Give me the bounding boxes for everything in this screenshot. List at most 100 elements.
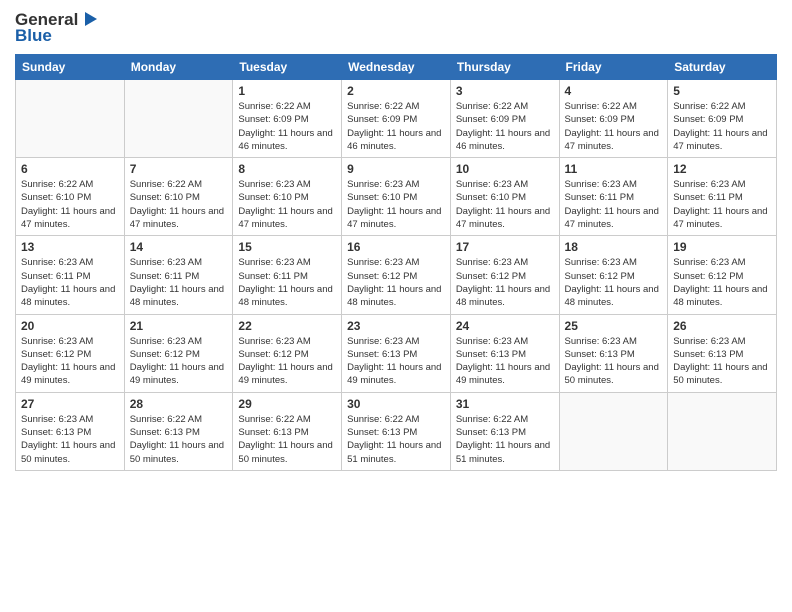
day-number: 31 [456, 397, 554, 411]
day-info: Sunrise: 6:23 AMSunset: 6:11 PMDaylight:… [238, 256, 336, 309]
header: General Blue [15, 10, 777, 46]
calendar-cell: 14 Sunrise: 6:23 AMSunset: 6:11 PMDayligh… [124, 236, 233, 314]
day-info: Sunrise: 6:22 AMSunset: 6:09 PMDaylight:… [238, 100, 336, 153]
calendar-cell: 7Sunrise: 6:22 AMSunset: 6:10 PMDaylight… [124, 158, 233, 236]
calendar-week-row: 13 Sunrise: 6:23 AMSunset: 6:11 PMDayligh… [16, 236, 777, 314]
calendar-cell: 3 Sunrise: 6:22 AMSunset: 6:09 PMDaylight… [450, 80, 559, 158]
weekday-header: Thursday [450, 55, 559, 80]
day-info: Sunrise: 6:22 AMSunset: 6:10 PMDaylight:… [21, 178, 119, 231]
day-number: 2 [347, 84, 445, 98]
day-number: 17 [456, 240, 554, 254]
weekday-header: Monday [124, 55, 233, 80]
calendar-cell: 25 Sunrise: 6:23 AMSunset: 6:13 PMDayligh… [559, 314, 668, 392]
calendar-cell: 13 Sunrise: 6:23 AMSunset: 6:11 PMDayligh… [16, 236, 125, 314]
day-number: 25 [565, 319, 663, 333]
day-number: 10 [456, 162, 554, 176]
day-number: 21 [130, 319, 228, 333]
day-number: 8 [238, 162, 336, 176]
calendar-cell: 31 Sunrise: 6:22 AMSunset: 6:13 PMDayligh… [450, 392, 559, 470]
logo-triangle-icon [80, 10, 98, 28]
calendar-table: SundayMondayTuesdayWednesdayThursdayFrid… [15, 54, 777, 471]
logo-blue-label: Blue [15, 26, 52, 46]
calendar-cell: 23 Sunrise: 6:23 AMSunset: 6:13 PMDayligh… [342, 314, 451, 392]
calendar-cell: 24Sunrise: 6:23 AMSunset: 6:13 PMDayligh… [450, 314, 559, 392]
day-number: 16 [347, 240, 445, 254]
day-number: 11 [565, 162, 663, 176]
weekday-header: Wednesday [342, 55, 451, 80]
calendar-cell: 12Sunrise: 6:23 AMSunset: 6:11 PMDayligh… [668, 158, 777, 236]
calendar-cell: 28Sunrise: 6:22 AMSunset: 6:13 PMDayligh… [124, 392, 233, 470]
day-info: Sunrise: 6:23 AMSunset: 6:10 PMDaylight:… [456, 178, 554, 231]
day-info: Sunrise: 6:23 AMSunset: 6:11 PMDaylight:… [130, 256, 228, 309]
day-number: 27 [21, 397, 119, 411]
calendar-cell: 26Sunrise: 6:23 AMSunset: 6:13 PMDayligh… [668, 314, 777, 392]
calendar-cell: 10 Sunrise: 6:23 AMSunset: 6:10 PMDayligh… [450, 158, 559, 236]
day-info: Sunrise: 6:22 AMSunset: 6:09 PMDaylight:… [347, 100, 445, 153]
calendar-cell: 16 Sunrise: 6:23 AMSunset: 6:12 PMDayligh… [342, 236, 451, 314]
day-info: Sunrise: 6:23 AMSunset: 6:12 PMDaylight:… [673, 256, 771, 309]
day-info: Sunrise: 6:23 AMSunset: 6:13 PMDaylight:… [347, 335, 445, 388]
calendar-week-row: 27 Sunrise: 6:23 AMSunset: 6:13 PMDayligh… [16, 392, 777, 470]
day-number: 18 [565, 240, 663, 254]
logo: General Blue [15, 10, 98, 46]
day-info: Sunrise: 6:22 AMSunset: 6:13 PMDaylight:… [238, 413, 336, 466]
day-number: 19 [673, 240, 771, 254]
day-info: Sunrise: 6:23 AMSunset: 6:13 PMDaylight:… [21, 413, 119, 466]
calendar-cell [16, 80, 125, 158]
calendar-cell [559, 392, 668, 470]
calendar-cell: 20 Sunrise: 6:23 AMSunset: 6:12 PMDayligh… [16, 314, 125, 392]
calendar-cell: 21Sunrise: 6:23 AMSunset: 6:12 PMDayligh… [124, 314, 233, 392]
day-info: Sunrise: 6:23 AMSunset: 6:12 PMDaylight:… [565, 256, 663, 309]
day-number: 14 [130, 240, 228, 254]
calendar-week-row: 20 Sunrise: 6:23 AMSunset: 6:12 PMDayligh… [16, 314, 777, 392]
day-number: 3 [456, 84, 554, 98]
day-info: Sunrise: 6:22 AMSunset: 6:09 PMDaylight:… [673, 100, 771, 153]
day-info: Sunrise: 6:23 AMSunset: 6:12 PMDaylight:… [347, 256, 445, 309]
day-info: Sunrise: 6:23 AMSunset: 6:13 PMDaylight:… [565, 335, 663, 388]
calendar-cell: 27 Sunrise: 6:23 AMSunset: 6:13 PMDayligh… [16, 392, 125, 470]
day-info: Sunrise: 6:22 AMSunset: 6:10 PMDaylight:… [130, 178, 228, 231]
day-info: Sunrise: 6:22 AMSunset: 6:13 PMDaylight:… [130, 413, 228, 466]
calendar-cell: 2 Sunrise: 6:22 AMSunset: 6:09 PMDaylight… [342, 80, 451, 158]
day-info: Sunrise: 6:23 AMSunset: 6:10 PMDaylight:… [347, 178, 445, 231]
day-number: 13 [21, 240, 119, 254]
day-info: Sunrise: 6:23 AMSunset: 6:12 PMDaylight:… [21, 335, 119, 388]
calendar-cell: 22Sunrise: 6:23 AMSunset: 6:12 PMDayligh… [233, 314, 342, 392]
day-number: 1 [238, 84, 336, 98]
calendar-week-row: 6 Sunrise: 6:22 AMSunset: 6:10 PMDaylight… [16, 158, 777, 236]
calendar-cell: 9 Sunrise: 6:23 AMSunset: 6:10 PMDaylight… [342, 158, 451, 236]
page: General Blue SundayMondayTuesdayWednesda… [0, 0, 792, 612]
calendar-cell: 11 Sunrise: 6:23 AMSunset: 6:11 PMDayligh… [559, 158, 668, 236]
calendar-cell: 1 Sunrise: 6:22 AMSunset: 6:09 PMDaylight… [233, 80, 342, 158]
day-number: 6 [21, 162, 119, 176]
weekday-header: Sunday [16, 55, 125, 80]
calendar-cell: 6 Sunrise: 6:22 AMSunset: 6:10 PMDaylight… [16, 158, 125, 236]
calendar-header-row: SundayMondayTuesdayWednesdayThursdayFrid… [16, 55, 777, 80]
day-info: Sunrise: 6:23 AMSunset: 6:11 PMDaylight:… [565, 178, 663, 231]
calendar-cell: 29Sunrise: 6:22 AMSunset: 6:13 PMDayligh… [233, 392, 342, 470]
calendar-cell [668, 392, 777, 470]
day-number: 12 [673, 162, 771, 176]
calendar-cell: 4Sunrise: 6:22 AMSunset: 6:09 PMDaylight… [559, 80, 668, 158]
day-info: Sunrise: 6:23 AMSunset: 6:10 PMDaylight:… [238, 178, 336, 231]
calendar-cell: 15 Sunrise: 6:23 AMSunset: 6:11 PMDayligh… [233, 236, 342, 314]
logo-general-text: General [15, 11, 78, 28]
weekday-header: Friday [559, 55, 668, 80]
day-number: 5 [673, 84, 771, 98]
day-number: 15 [238, 240, 336, 254]
day-info: Sunrise: 6:23 AMSunset: 6:12 PMDaylight:… [238, 335, 336, 388]
day-info: Sunrise: 6:23 AMSunset: 6:11 PMDaylight:… [21, 256, 119, 309]
calendar-cell: 19 Sunrise: 6:23 AMSunset: 6:12 PMDayligh… [668, 236, 777, 314]
day-number: 20 [21, 319, 119, 333]
day-info: Sunrise: 6:22 AMSunset: 6:13 PMDaylight:… [456, 413, 554, 466]
calendar-cell: 5 Sunrise: 6:22 AMSunset: 6:09 PMDaylight… [668, 80, 777, 158]
day-number: 23 [347, 319, 445, 333]
day-number: 9 [347, 162, 445, 176]
day-number: 30 [347, 397, 445, 411]
day-info: Sunrise: 6:23 AMSunset: 6:13 PMDaylight:… [456, 335, 554, 388]
calendar-cell [124, 80, 233, 158]
weekday-header: Tuesday [233, 55, 342, 80]
day-info: Sunrise: 6:22 AMSunset: 6:09 PMDaylight:… [456, 100, 554, 153]
weekday-header: Saturday [668, 55, 777, 80]
day-info: Sunrise: 6:23 AMSunset: 6:13 PMDaylight:… [673, 335, 771, 388]
